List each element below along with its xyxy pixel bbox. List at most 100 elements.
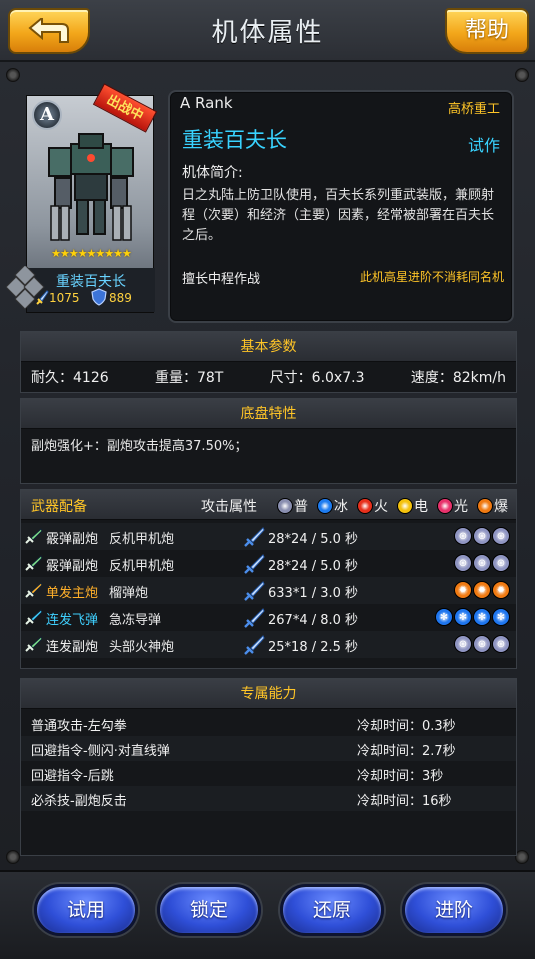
trial-button[interactable]: 试用 bbox=[34, 884, 138, 936]
element-dot-icon bbox=[437, 498, 453, 514]
defense-value: 889 bbox=[109, 291, 132, 305]
weapon-type-icon bbox=[25, 555, 43, 571]
element-dot-icon bbox=[277, 498, 293, 514]
ability-cooldown: 冷却时间：2.7秒 bbox=[357, 744, 456, 759]
element-label: 电 bbox=[414, 499, 428, 515]
ability-cooldown: 冷却时间：3秒 bbox=[357, 769, 444, 784]
side-menu-diamond-icon[interactable] bbox=[6, 266, 46, 310]
star-rating: ★★★★★★★★★ bbox=[51, 247, 132, 260]
ability-cooldown: 冷却时间：16秒 bbox=[357, 794, 452, 809]
screw-decoration bbox=[515, 850, 529, 864]
element-legend-item: 冰 bbox=[317, 496, 348, 516]
prototype-label: 试作 bbox=[467, 136, 500, 155]
element-dot-icon bbox=[477, 498, 493, 514]
mech-info-panel: A Rank 高桥重工 重装百夫长 试作 机体简介: 日之丸陆上防卫队使用，百夫… bbox=[168, 90, 514, 323]
normal-element-icon: ⊙ bbox=[473, 635, 491, 653]
mech-portrait bbox=[48, 133, 134, 241]
element-legend-item: 爆 bbox=[477, 496, 508, 516]
attack-attribute-label: 攻击属性 bbox=[201, 499, 257, 515]
chassis-trait-text: 副炮强化+：副炮攻击提高37.50%； bbox=[31, 439, 248, 454]
weight-stat: 重量：78T bbox=[154, 370, 224, 386]
ability-row: 普通攻击-左勾拳 冷却时间：0.3秒 bbox=[21, 711, 516, 736]
weapon-row[interactable]: 霰弹副炮 反机甲机炮 28*24 / 5.0 秒 ⊙ ⊙ ⊙ bbox=[21, 523, 516, 550]
element-legend-item: 普 bbox=[277, 496, 308, 516]
abilities-section: 专属能力 普通攻击-左勾拳 冷却时间：0.3秒 回避指令-侧闪·对直线弹 冷却时间：2… bbox=[20, 678, 517, 856]
weapon-type: 霰弹副炮 bbox=[46, 532, 99, 547]
rank-label: A Rank bbox=[180, 94, 233, 112]
attack-element-orbs: ✹ ✹ ✹ bbox=[454, 581, 510, 599]
weapon-type-icon bbox=[25, 582, 43, 598]
intro-text: 日之丸陆上防卫队使用，百夫长系列重武装版，兼顾射程（次要）和经济（主要）因素，经… bbox=[182, 188, 495, 243]
element-label: 火 bbox=[374, 499, 388, 515]
help-button[interactable]: 帮助 bbox=[445, 8, 529, 54]
size-stat: 尺寸：6.0x7.3 bbox=[269, 370, 365, 386]
weapon-name: 反机甲机炮 bbox=[109, 559, 175, 574]
normal-element-icon: ⊙ bbox=[454, 554, 472, 572]
weapons-heading: 武器配备 bbox=[31, 499, 87, 515]
damage-sword-icon bbox=[244, 635, 265, 655]
mech-name-strip: 重装百夫长 1075 889 bbox=[27, 268, 155, 312]
weapon-name: 急冻导弹 bbox=[109, 613, 162, 628]
weapon-row[interactable]: 霰弹副炮 反机甲机炮 28*24 / 5.0 秒 ⊙ ⊙ ⊙ bbox=[21, 550, 516, 577]
weapons-section: 武器配备 攻击属性 普 冰 火 电 光 爆 霰弹副炮 反机甲机炮 28*24 / 5.0 秒 ⊙… bbox=[20, 489, 517, 669]
burst-element-icon: ✹ bbox=[473, 581, 491, 599]
weapon-type-icon bbox=[25, 528, 43, 544]
weapon-type-icon bbox=[25, 636, 43, 652]
ability-row: 回避指令-后跳 冷却时间：3秒 bbox=[21, 761, 516, 786]
upgrade-note: 此机高星进阶不消耗同名机 bbox=[359, 270, 504, 284]
element-label: 普 bbox=[294, 499, 308, 515]
screw-decoration bbox=[6, 68, 20, 82]
advance-button[interactable]: 进阶 bbox=[402, 884, 506, 936]
restore-button[interactable]: 还原 bbox=[280, 884, 384, 936]
weapon-type: 霰弹副炮 bbox=[46, 559, 99, 574]
element-dot-icon bbox=[317, 498, 333, 514]
ice-element-icon: ✻ bbox=[435, 608, 453, 626]
attack-element-orbs: ⊙ ⊙ ⊙ bbox=[454, 527, 510, 545]
specialty-label: 擅长中程作战 bbox=[182, 272, 261, 287]
weapon-type: 单发主炮 bbox=[46, 586, 99, 601]
section-heading: 专属能力 bbox=[21, 679, 516, 709]
element-legend-item: 火 bbox=[357, 496, 388, 516]
weapon-damage: 25*18 / 2.5 秒 bbox=[268, 640, 359, 655]
ice-element-icon: ✻ bbox=[492, 608, 510, 626]
weapon-row[interactable]: 连发副炮 头部火神炮 25*18 / 2.5 秒 ⊙ ⊙ ⊙ bbox=[21, 631, 516, 658]
ability-row: 必杀技-副炮反击 冷却时间：16秒 bbox=[21, 786, 516, 811]
manufacturer-label: 高桥重工 bbox=[447, 102, 500, 117]
normal-element-icon: ⊙ bbox=[492, 527, 510, 545]
damage-sword-icon bbox=[244, 581, 265, 601]
section-heading: 底盘特性 bbox=[21, 399, 516, 429]
screw-decoration bbox=[6, 850, 20, 864]
element-dot-icon bbox=[357, 498, 373, 514]
weapon-type: 连发飞弹 bbox=[46, 613, 99, 628]
normal-element-icon: ⊙ bbox=[473, 527, 491, 545]
weapon-name: 头部火神炮 bbox=[109, 640, 175, 655]
normal-element-icon: ⊙ bbox=[454, 635, 472, 653]
weapon-type-icon bbox=[25, 609, 43, 625]
header-bar: 机体属性 帮助 bbox=[0, 0, 535, 62]
weapon-row[interactable]: 单发主炮 榴弹炮 633*1 / 3.0 秒 ✹ ✹ ✹ bbox=[21, 577, 516, 604]
damage-sword-icon bbox=[244, 527, 265, 547]
weapon-name: 反机甲机炮 bbox=[109, 532, 175, 547]
weapon-row[interactable]: 连发飞弹 急冻导弹 267*4 / 8.0 秒 ✻ ✻ ✻ ✻ bbox=[21, 604, 516, 631]
section-heading: 基本参数 bbox=[21, 332, 516, 362]
element-label: 冰 bbox=[334, 499, 348, 515]
screw-decoration bbox=[515, 68, 529, 82]
weapon-damage: 267*4 / 8.0 秒 bbox=[268, 613, 359, 628]
element-dot-icon bbox=[397, 498, 413, 514]
ability-name: 必杀技-副炮反击 bbox=[31, 794, 127, 809]
damage-sword-icon bbox=[244, 608, 265, 628]
attack-element-orbs: ⊙ ⊙ ⊙ bbox=[454, 554, 510, 572]
attack-element-orbs: ⊙ ⊙ ⊙ bbox=[454, 635, 510, 653]
element-legend-item: 电 bbox=[397, 496, 428, 516]
weapon-type: 连发副炮 bbox=[46, 640, 99, 655]
ability-name: 回避指令-后跳 bbox=[31, 769, 114, 784]
normal-element-icon: ⊙ bbox=[473, 554, 491, 572]
element-label: 光 bbox=[454, 499, 468, 515]
normal-element-icon: ⊙ bbox=[492, 554, 510, 572]
lock-button[interactable]: 锁定 bbox=[157, 884, 261, 936]
durability-stat: 耐久：4126 bbox=[31, 370, 109, 386]
element-legend-item: 光 bbox=[437, 496, 468, 516]
burst-element-icon: ✹ bbox=[454, 581, 472, 599]
ice-element-icon: ✻ bbox=[454, 608, 472, 626]
mech-name-title: 重装百夫长 bbox=[182, 128, 287, 152]
